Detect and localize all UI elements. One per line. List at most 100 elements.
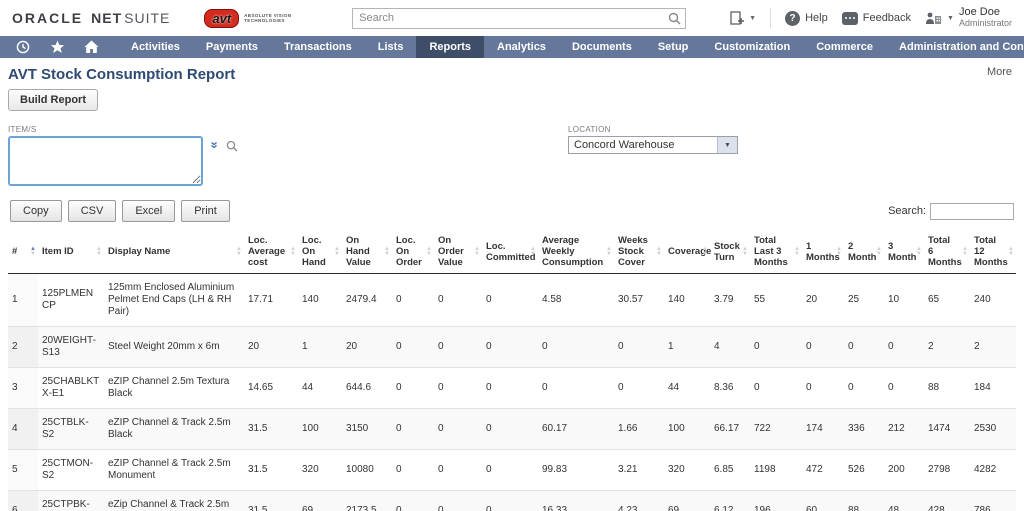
table-cell: 0: [392, 491, 434, 511]
table-cell: 0: [434, 274, 482, 327]
column-header-label: Display Name: [108, 246, 170, 257]
double-chevron-down-icon[interactable]: »: [210, 141, 220, 148]
nav-item[interactable]: Administration and Controls: [886, 36, 1024, 58]
table-cell: 0: [392, 450, 434, 491]
table-cell: 88: [924, 368, 970, 409]
sort-icon: ▲▼: [384, 247, 390, 257]
column-header[interactable]: Loc. Average cost ▲▼: [244, 230, 298, 274]
column-header-label: Total 6 Months: [928, 235, 962, 268]
table-cell: 14.65: [244, 368, 298, 409]
sort-icon: ▲▼: [836, 247, 842, 257]
help-icon: ?: [785, 11, 800, 26]
table-cell: 0: [482, 368, 538, 409]
column-header[interactable]: 1 Months ▲▼: [802, 230, 844, 274]
column-header-label: Loc. Committed: [486, 241, 536, 263]
table-cell: 10: [884, 274, 924, 327]
table-cell: 2: [924, 327, 970, 368]
nav-item[interactable]: Analytics: [484, 36, 559, 58]
nav-item[interactable]: Transactions: [271, 36, 365, 58]
column-header[interactable]: 2 Month ▲▼: [844, 230, 884, 274]
items-input[interactable]: [8, 136, 203, 186]
help-button[interactable]: ? Help: [785, 11, 828, 26]
table-cell: 0: [844, 327, 884, 368]
main-nav: ActivitiesPaymentsTransactionsListsRepor…: [0, 36, 1024, 58]
table-cell: 0: [392, 368, 434, 409]
nav-item[interactable]: Reports: [416, 36, 484, 58]
column-header[interactable]: # ▲▼: [8, 230, 38, 274]
export-button[interactable]: Excel: [122, 200, 175, 222]
column-header[interactable]: Average Weekly Consumption ▲▼: [538, 230, 614, 274]
recent-records-icon[interactable]: [6, 36, 40, 58]
table-row[interactable]: 5 25CTMON-S2 eZIP Channel & Track 2.5m M…: [8, 450, 1016, 491]
table-row[interactable]: 3 25CHABLKTX-E1 eZIP Channel 2.5m Textur…: [8, 368, 1016, 409]
table-cell: 100: [664, 409, 710, 450]
build-report-button-top[interactable]: Build Report: [8, 89, 98, 111]
column-header[interactable]: Weeks Stock Cover ▲▼: [614, 230, 664, 274]
sort-icon: ▲▼: [236, 247, 242, 257]
table-row[interactable]: 2 20WEIGHT-S13 Steel Weight 20mm x 6m 20…: [8, 327, 1016, 368]
table-cell: 44: [298, 368, 342, 409]
table-cell: 526: [844, 450, 884, 491]
nav-item[interactable]: Payments: [193, 36, 271, 58]
column-header[interactable]: On Hand Value ▲▼: [342, 230, 392, 274]
nav-item[interactable]: Documents: [559, 36, 645, 58]
column-header-label: Item ID: [42, 246, 74, 257]
table-search-label: Search:: [888, 205, 926, 217]
column-header[interactable]: 3 Month ▲▼: [884, 230, 924, 274]
nav-item[interactable]: Setup: [645, 36, 702, 58]
search-icon[interactable]: [668, 12, 681, 25]
table-cell: 4.58: [538, 274, 614, 327]
table-row[interactable]: 4 25CTBLK-S2 eZIP Channel & Track 2.5m B…: [8, 409, 1016, 450]
table-cell: 0: [614, 368, 664, 409]
global-search-input[interactable]: [352, 8, 686, 29]
column-header[interactable]: Display Name ▲▼: [104, 230, 244, 274]
column-header[interactable]: Coverage ▲▼: [664, 230, 710, 274]
column-header[interactable]: Total 12 Months ▲▼: [970, 230, 1016, 274]
column-header[interactable]: Item ID ▲▼: [38, 230, 104, 274]
home-icon[interactable]: [74, 36, 108, 58]
column-header[interactable]: Loc. On Hand ▲▼: [298, 230, 342, 274]
sort-icon: ▲▼: [530, 247, 536, 257]
table-row[interactable]: 6 25CTPBK-S2 eZip Channel & Track 2.5m P…: [8, 491, 1016, 511]
column-header-label: Total Last 3 Months: [754, 235, 788, 268]
table-cell: 0: [884, 368, 924, 409]
table-cell: 60: [802, 491, 844, 511]
item-id-cell: 25CTMON-S2: [38, 450, 104, 491]
table-cell: 2173.5: [342, 491, 392, 511]
nav-item[interactable]: Customization: [701, 36, 803, 58]
table-cell: 240: [970, 274, 1016, 327]
column-header[interactable]: On Order Value ▲▼: [434, 230, 482, 274]
nav-item[interactable]: Activities: [118, 36, 193, 58]
oracle-netsuite-logo[interactable]: ORACLE NETSUITE: [12, 10, 170, 26]
export-button[interactable]: Copy: [10, 200, 62, 222]
sort-icon: ▲▼: [290, 247, 296, 257]
row-number-cell: 6: [8, 491, 38, 511]
table-cell: 0: [750, 368, 802, 409]
table-search-input[interactable]: [930, 203, 1014, 220]
table-cell: 200: [884, 450, 924, 491]
table-cell: 0: [392, 327, 434, 368]
table-row[interactable]: 1 125PLMENCP 125mm Enclosed Aluminium Pe…: [8, 274, 1016, 327]
sort-icon: ▲▼: [656, 247, 662, 257]
create-new-menu[interactable]: ▼: [729, 11, 756, 26]
column-header[interactable]: Total Last 3 Months ▲▼: [750, 230, 802, 274]
column-header[interactable]: Loc. On Order ▲▼: [392, 230, 434, 274]
item-search-icon[interactable]: [226, 140, 238, 152]
column-header[interactable]: Total 6 Months ▲▼: [924, 230, 970, 274]
sort-icon: ▲▼: [876, 247, 882, 257]
sort-icon: ▲▼: [742, 247, 748, 257]
feedback-button[interactable]: Feedback: [842, 12, 911, 25]
column-header[interactable]: Loc. Committed ▲▼: [482, 230, 538, 274]
table-cell: 1: [664, 327, 710, 368]
export-button[interactable]: CSV: [68, 200, 117, 222]
column-header[interactable]: Stock Turn ▲▼: [710, 230, 750, 274]
more-link[interactable]: More: [987, 66, 1012, 78]
shortcuts-star-icon[interactable]: [40, 36, 74, 58]
location-select[interactable]: Concord Warehouse ▼: [568, 136, 738, 154]
nav-item[interactable]: Commerce: [803, 36, 886, 58]
column-header-label: #: [12, 246, 17, 257]
nav-item[interactable]: Lists: [365, 36, 417, 58]
column-header-label: Loc. On Order: [396, 235, 422, 268]
export-button[interactable]: Print: [181, 200, 230, 222]
user-menu[interactable]: ▼ Joe Doe Administrator: [925, 7, 1012, 29]
